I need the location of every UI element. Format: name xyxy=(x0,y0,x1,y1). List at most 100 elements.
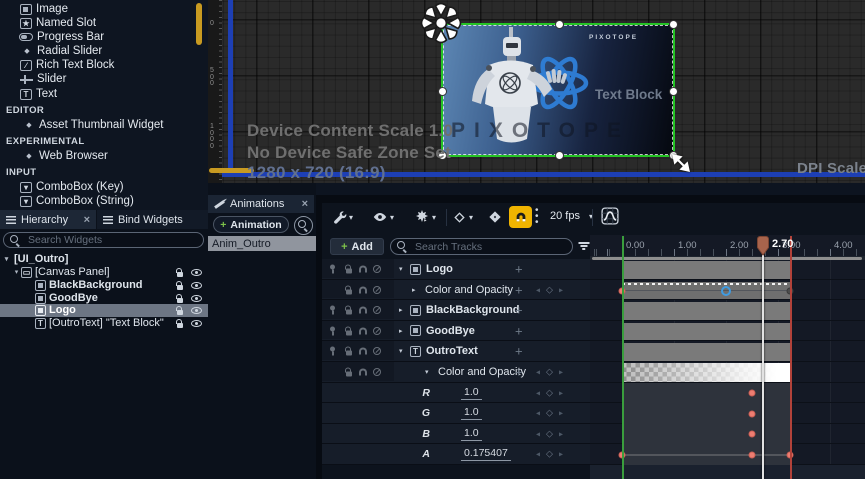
lane-channel-r[interactable] xyxy=(590,383,865,403)
timeline-area[interactable]: 0.00 1.00 2.00 3.00 4.00 xyxy=(590,235,865,479)
pin-icon[interactable] xyxy=(331,326,334,335)
track-row-channel-a[interactable]: A 0.175407 ◂◇▸ xyxy=(322,444,590,465)
add-section-icon[interactable]: + xyxy=(515,303,523,318)
track-row-logo-color-opacity[interactable]: ▸ Color and Opacity + ◂◇▸ xyxy=(322,280,590,300)
playback-range-start[interactable] xyxy=(622,236,624,479)
track-row-channel-r[interactable]: R 1.0 ◂◇▸ xyxy=(322,383,590,403)
solo-icon[interactable] xyxy=(359,266,367,273)
autokey-mode-button[interactable]: ▾ xyxy=(452,208,473,226)
lock-icon[interactable] xyxy=(345,368,353,377)
lock-icon[interactable] xyxy=(345,326,353,335)
solo-icon[interactable] xyxy=(359,348,367,355)
section-bar[interactable] xyxy=(622,261,790,279)
resize-handle-n[interactable] xyxy=(555,20,564,29)
lock-icon[interactable] xyxy=(176,294,184,303)
palette-section-input[interactable]: INPUT xyxy=(6,167,37,178)
palette-item-named-slot[interactable]: ★ Named Slot xyxy=(0,16,228,30)
palette-item-slider[interactable]: Slider xyxy=(0,72,228,86)
visibility-icon[interactable] xyxy=(191,282,202,289)
track-row-outrotext-color-opacity[interactable]: ▾ Color and Opacity + ◂◇▸ xyxy=(322,362,590,383)
anchor-widget-icon[interactable] xyxy=(418,0,464,46)
keyframe-nav[interactable]: ◂◇▸ xyxy=(536,408,563,419)
lock-icon[interactable] xyxy=(345,347,353,356)
tree-item-blackbackground[interactable]: BlackBackground xyxy=(0,279,208,292)
keyframe[interactable] xyxy=(749,431,756,438)
chevron-down-icon[interactable]: ▾ xyxy=(425,368,429,376)
solo-icon[interactable] xyxy=(359,369,367,376)
add-animation-button[interactable]: + Animation xyxy=(213,216,289,233)
tree-item-outrotext[interactable]: T [OutroText] "Text Block" xyxy=(0,317,208,330)
selected-logo-image-widget[interactable]: PIXOTOPE Text Block PIXOTOPE xyxy=(441,23,675,157)
palette-item-combobox-string[interactable]: ▾ ComboBox (String) xyxy=(0,194,228,208)
lock-icon[interactable] xyxy=(176,319,184,328)
section-bar[interactable] xyxy=(622,343,790,361)
close-icon[interactable]: × xyxy=(84,214,90,226)
panel-splitter[interactable] xyxy=(316,195,322,479)
add-track-button[interactable]: + Add xyxy=(330,238,384,255)
chevron-right-icon[interactable]: ▸ xyxy=(412,286,416,294)
chevron-right-icon[interactable]: ▸ xyxy=(399,327,403,335)
fps-dropdown[interactable]: 20 fps ▾ xyxy=(550,210,593,222)
lock-icon[interactable] xyxy=(176,281,184,290)
lane-logo-color-opacity[interactable] xyxy=(590,280,865,300)
palette-item-radial-slider[interactable]: ◆ Radial Slider xyxy=(0,44,229,58)
pin-icon[interactable] xyxy=(331,306,334,315)
search-tracks-input[interactable] xyxy=(413,240,566,254)
lane-channel-a[interactable] xyxy=(590,444,865,465)
palette-item-asset-thumbnail-widget[interactable]: ◆ Asset Thumbnail Widget xyxy=(0,118,231,132)
animation-item-anim-outro[interactable]: Anim_Outro xyxy=(208,236,318,251)
keyframe[interactable] xyxy=(749,390,756,397)
lane-channel-g[interactable] xyxy=(590,403,865,424)
palette-item-combobox-key[interactable]: ▾ ComboBox (Key) xyxy=(0,180,228,194)
pin-icon[interactable] xyxy=(331,265,334,274)
palette-item-image[interactable]: Image xyxy=(0,2,228,16)
section-bar[interactable] xyxy=(622,302,790,320)
track-row-channel-b[interactable]: B 1.0 ◂◇▸ xyxy=(322,424,590,444)
tab-bind-widgets[interactable]: Bind Widgets xyxy=(97,210,208,229)
keying-options-button[interactable]: ▾ xyxy=(414,208,436,226)
lock-icon[interactable] xyxy=(345,306,353,315)
section-bar[interactable] xyxy=(622,323,790,340)
mute-icon[interactable] xyxy=(373,347,381,355)
visibility-icon[interactable] xyxy=(191,269,202,276)
track-row-outrotext[interactable]: ▾ T OutroText + xyxy=(322,341,590,362)
lane-goodbye[interactable] xyxy=(590,321,865,341)
add-section-icon[interactable]: + xyxy=(515,262,523,277)
palette-section-editor[interactable]: EDITOR xyxy=(6,105,44,116)
tab-hierarchy[interactable]: Hierarchy × xyxy=(0,210,96,229)
keyframe-selected[interactable] xyxy=(721,286,731,296)
sequencer-settings-button[interactable]: ▾ xyxy=(332,208,353,226)
section-bar[interactable] xyxy=(622,282,790,299)
mute-icon[interactable] xyxy=(373,286,381,294)
filter-icon[interactable] xyxy=(578,242,589,251)
lane-outrotext-color-opacity[interactable] xyxy=(590,362,865,383)
palette-section-experimental[interactable]: EXPERIMENTAL xyxy=(6,136,85,147)
view-options-button[interactable]: ▾ xyxy=(372,208,394,226)
channel-value-a[interactable]: 0.175407 xyxy=(461,447,511,461)
palette-vscrollbar[interactable] xyxy=(196,3,202,45)
search-widgets-input[interactable] xyxy=(26,233,197,247)
lane-logo[interactable] xyxy=(590,259,865,280)
mute-icon[interactable] xyxy=(373,306,381,314)
add-section-icon[interactable]: + xyxy=(515,323,523,338)
add-key-icon[interactable]: + xyxy=(515,282,523,297)
solo-icon[interactable] xyxy=(359,327,367,334)
mute-icon[interactable] xyxy=(373,368,381,376)
resize-handle-ne[interactable] xyxy=(669,20,678,29)
chevron-down-icon[interactable]: ▾ xyxy=(399,347,403,355)
track-row-channel-g[interactable]: G 1.0 ◂◇▸ xyxy=(322,403,590,424)
pin-icon[interactable] xyxy=(331,347,334,356)
add-section-icon[interactable]: + xyxy=(515,344,523,359)
solo-icon[interactable] xyxy=(359,307,367,314)
lane-blackbackground[interactable] xyxy=(590,300,865,321)
keyframe-nav[interactable]: ◂◇▸ xyxy=(536,284,563,295)
visibility-icon[interactable] xyxy=(191,295,202,302)
keyframe-nav[interactable]: ◂◇▸ xyxy=(536,428,563,439)
chevron-down-icon[interactable]: ▾ xyxy=(399,265,403,273)
palette-item-progress-bar[interactable]: Progress Bar xyxy=(0,30,227,44)
add-key-icon[interactable]: + xyxy=(515,365,523,380)
track-search[interactable] xyxy=(390,238,573,255)
resize-handle-s[interactable] xyxy=(555,151,564,160)
channel-value-g[interactable]: 1.0 xyxy=(461,406,482,420)
resize-handle-e[interactable] xyxy=(669,87,678,96)
